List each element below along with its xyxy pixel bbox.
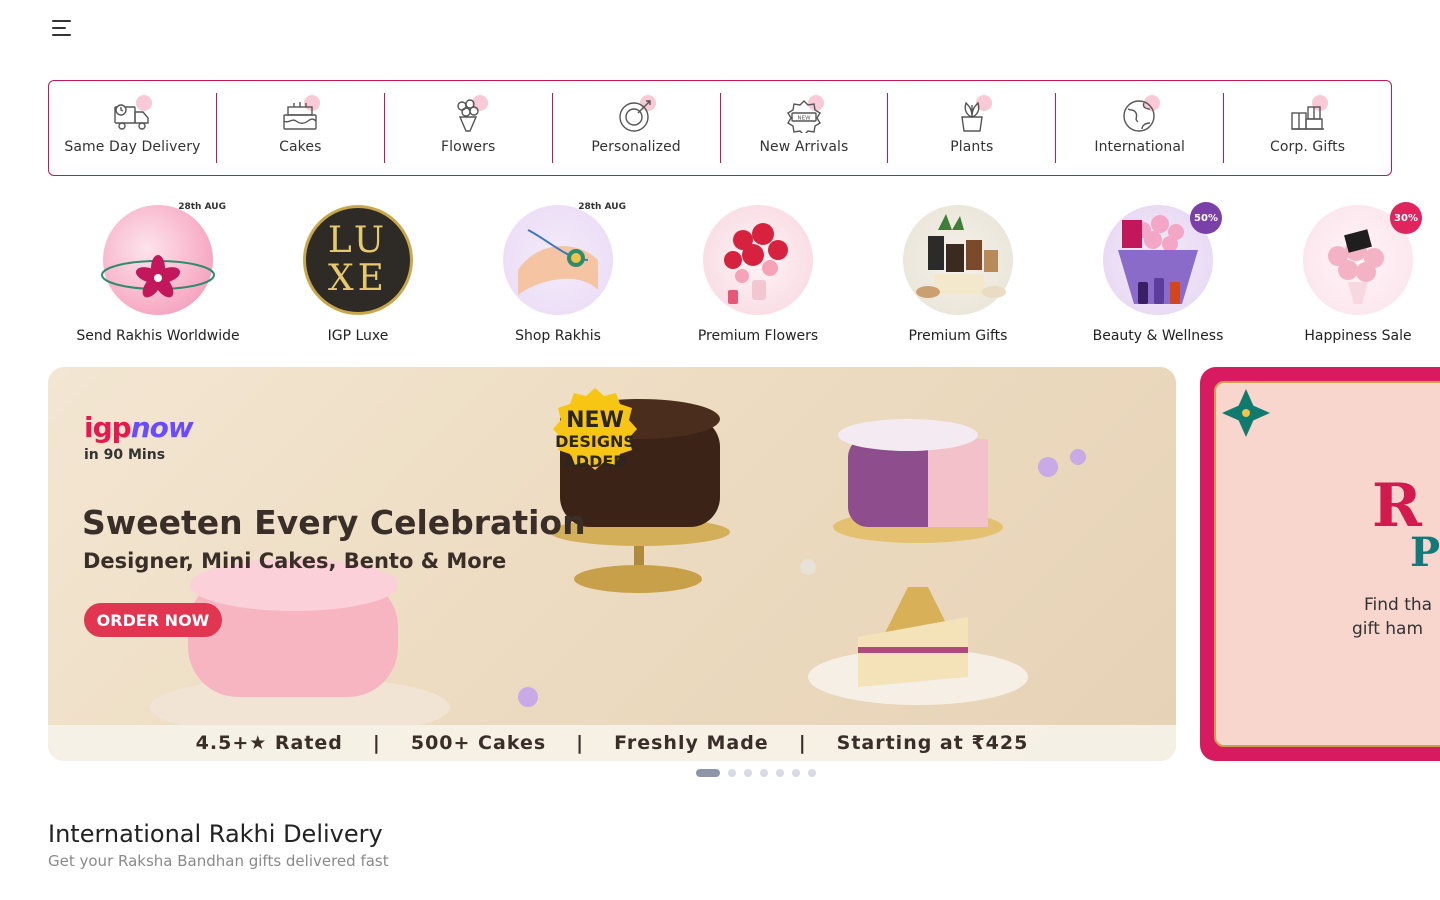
discount-badge: 50% — [1190, 202, 1222, 234]
featured-beauty-wellness[interactable]: 50% Beauty & Wellness — [1058, 200, 1258, 350]
carousel-dot[interactable] — [776, 769, 784, 777]
strip-rating: 4.5+★ Rated — [195, 732, 343, 754]
strip-freshly-made: Freshly Made — [614, 732, 769, 754]
menu-line — [52, 27, 66, 29]
menu-line — [52, 20, 71, 22]
category-cakes[interactable]: Cakes — [217, 93, 385, 163]
featured-send-rakhis-worldwide[interactable]: 28th AUG Send Rakhis Worldwide — [58, 200, 258, 350]
delivery-truck-icon — [110, 95, 154, 135]
plant-icon — [950, 95, 994, 135]
featured-happiness-sale[interactable]: 30% Happiness Sale — [1258, 200, 1440, 350]
featured-label: Shop Rakhis — [515, 328, 601, 344]
category-international[interactable]: International — [1056, 93, 1225, 163]
personalized-gift-icon — [614, 95, 658, 135]
category-label: Same Day Delivery — [64, 139, 201, 155]
category-label: New Arrivals — [759, 139, 849, 155]
featured-premium-flowers[interactable]: Premium Flowers — [658, 200, 858, 350]
banner-headline: Sweeten Every Celebration — [82, 503, 586, 542]
gift-hamper-image — [898, 200, 1018, 320]
category-nav: Same Day Delivery Cakes Flowers Personal… — [48, 80, 1392, 176]
section-subtitle: Get your Raksha Bandhan gifts delivered … — [48, 852, 389, 870]
rakhi-wrist-image: 28th AUG — [498, 200, 626, 320]
cake-icon — [278, 95, 322, 135]
strip-cakes-count: 500+ Cakes — [410, 732, 547, 754]
strip-divider: | — [798, 732, 807, 754]
featured-shop-rakhis[interactable]: 28th AUG Shop Rakhis — [458, 200, 658, 350]
new-designs-badge: NEW DESIGNS ADDED — [542, 386, 648, 492]
featured-collections: 28th AUG Send Rakhis Worldwide LU XE IGP… — [58, 200, 1440, 350]
carousel-dot[interactable] — [808, 769, 816, 777]
category-personalized[interactable]: Personalized — [553, 93, 721, 163]
banner-highlights-strip: 4.5+★ Rated | 500+ Cakes | Freshly Made … — [48, 725, 1176, 761]
featured-premium-gifts[interactable]: Premium Gifts — [858, 200, 1058, 350]
category-label: Personalized — [591, 139, 681, 155]
banner2-text-line-2: gift ham — [1352, 619, 1424, 639]
featured-label: Send Rakhis Worldwide — [76, 328, 240, 344]
luxe-logo-image: LU XE — [298, 200, 418, 320]
category-flowers[interactable]: Flowers — [385, 93, 553, 163]
category-label: Cakes — [279, 139, 322, 155]
featured-label: Happiness Sale — [1304, 328, 1412, 344]
featured-label: Premium Gifts — [908, 328, 1008, 344]
carousel-dot[interactable] — [792, 769, 800, 777]
corporate-gift-icon — [1286, 95, 1330, 135]
strip-divider: | — [576, 732, 585, 754]
menu-line — [52, 34, 71, 36]
carousel-dot[interactable] — [760, 769, 768, 777]
hero-banner-rakhi[interactable]: R P Find tha gift ham — [1200, 367, 1440, 761]
globe-icon — [1118, 95, 1162, 135]
category-label: Flowers — [441, 139, 496, 155]
new-badge-icon: NEW — [782, 95, 826, 135]
featured-label: Premium Flowers — [697, 328, 819, 344]
badge-line-3: ADDED — [563, 452, 627, 471]
category-new-arrivals[interactable]: NEW New Arrivals — [721, 93, 889, 163]
strip-starting-price: Starting at ₹425 — [836, 732, 1029, 754]
category-label: International — [1094, 139, 1186, 155]
hamburger-menu-icon[interactable] — [46, 14, 78, 42]
badge-line-2: DESIGNS — [555, 432, 635, 451]
flower-bouquet-icon — [446, 95, 490, 135]
sale-bouquet-image: 30% — [1298, 200, 1422, 320]
brand-subtitle: in 90 Mins — [84, 447, 166, 463]
featured-label: IGP Luxe — [327, 328, 389, 344]
discount-badge: 30% — [1390, 202, 1422, 234]
order-now-button[interactable]: ORDER NOW — [84, 603, 222, 637]
category-label: Corp. Gifts — [1269, 139, 1346, 155]
banner-panel — [1214, 381, 1440, 747]
strip-divider: | — [372, 732, 381, 754]
igp-now-logo: igpnow — [84, 411, 194, 444]
hero-banner-cakes[interactable]: igpnow in 90 Mins NEW DESIGNS ADDED Swee… — [48, 367, 1176, 761]
category-same-day-delivery[interactable]: Same Day Delivery — [49, 93, 217, 163]
date-tag: 28th AUG — [578, 202, 626, 212]
banner-subheadline: Designer, Mini Cakes, Bento & More — [83, 549, 507, 573]
banner2-text-line-1: Find tha — [1364, 595, 1433, 615]
carousel-indicators — [696, 769, 816, 777]
banner2-title-part-2: P — [1410, 529, 1440, 576]
date-tag: 28th AUG — [178, 202, 226, 212]
featured-label: Beauty & Wellness — [1092, 328, 1224, 344]
luxe-logo-text-top: LU — [327, 220, 389, 261]
flower-bouquet-image — [698, 200, 818, 320]
carousel-dot[interactable] — [744, 769, 752, 777]
carousel-dot[interactable] — [728, 769, 736, 777]
category-corporate-gifts[interactable]: Corp. Gifts — [1224, 93, 1391, 163]
carousel-dot-active[interactable] — [696, 769, 720, 777]
category-label: Plants — [950, 139, 994, 155]
category-plants[interactable]: Plants — [888, 93, 1057, 163]
section-title: International Rakhi Delivery — [48, 820, 383, 848]
globe-rakhi-image: 28th AUG — [98, 200, 226, 320]
beauty-products-image: 50% — [1098, 200, 1222, 320]
badge-line-1: NEW — [566, 408, 624, 433]
featured-igp-luxe[interactable]: LU XE IGP Luxe — [258, 200, 458, 350]
luxe-logo-text-bottom: XE — [328, 258, 388, 299]
svg-text:NEW: NEW — [797, 116, 811, 122]
